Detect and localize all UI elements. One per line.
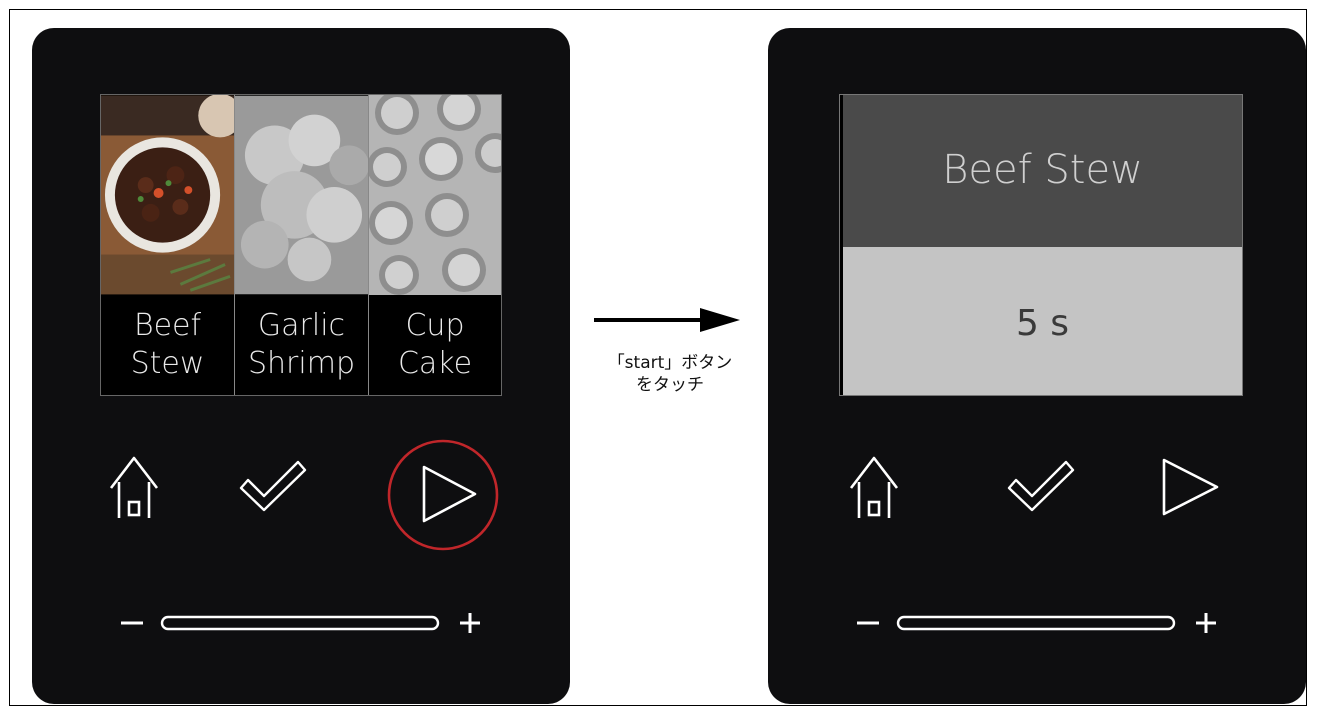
level-slider[interactable]: [118, 606, 488, 640]
transition-label: 「start」ボタン をタッチ: [607, 353, 733, 395]
timer-value: 5 s: [1015, 303, 1070, 344]
level-slider[interactable]: [854, 606, 1224, 640]
check-icon[interactable]: [238, 458, 308, 514]
check-icon[interactable]: [1006, 458, 1076, 514]
slider-track[interactable]: [160, 615, 440, 631]
home-icon[interactable]: [848, 452, 900, 522]
recipe-title: Beef Stew: [942, 147, 1143, 193]
recipe-menu-screen: Beef Stew Garlic Shrimp Cup Cake: [100, 94, 502, 396]
highlight-circle: [387, 439, 499, 551]
play-icon: [422, 465, 477, 523]
cooking-screen: Beef Stew 5 s: [839, 94, 1243, 396]
play-icon[interactable]: [1158, 454, 1224, 520]
menu-label-beef-stew: Beef Stew: [130, 308, 205, 381]
garlic-shrimp-photo: [235, 95, 368, 295]
slider-track[interactable]: [896, 615, 1176, 631]
timer-area: 5 s: [843, 247, 1242, 395]
menu-label-cup-cake: Cup Cake: [397, 308, 473, 381]
menu-tile-cup-cake[interactable]: Cup Cake: [369, 95, 501, 395]
cup-cake-photo: [369, 95, 501, 295]
menu-tile-garlic-shrimp[interactable]: Garlic Shrimp: [235, 95, 369, 395]
menu-tile-beef-stew[interactable]: Beef Stew: [101, 95, 235, 395]
recipe-title-area: Beef Stew: [843, 95, 1242, 247]
start-button-highlighted[interactable]: [386, 438, 500, 552]
transition-arrow-icon: [594, 308, 740, 332]
beef-stew-photo: [101, 95, 234, 295]
menu-label-garlic-shrimp: Garlic Shrimp: [248, 308, 355, 381]
home-icon[interactable]: [108, 452, 160, 522]
